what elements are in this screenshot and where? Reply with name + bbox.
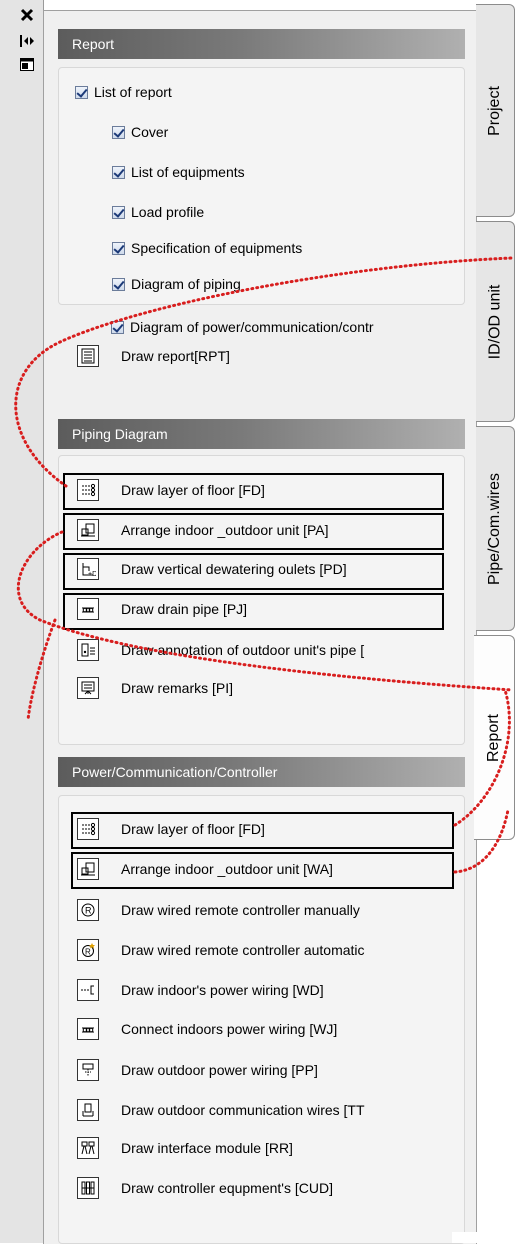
report-palette-panel: Report List of report Cover List of equi…	[43, 10, 477, 1244]
controller-equipment-icon	[77, 1177, 99, 1199]
power-arrange-unit-button[interactable]: Arrange indoor _outdoor unit [WA]	[77, 856, 333, 882]
power-item-label: Draw controller equpment's [CUD]	[121, 1180, 333, 1196]
close-icon[interactable]	[16, 6, 38, 24]
piping-annotation-button[interactable]: Draw annotation of outdoor unit's pipe [	[77, 637, 364, 663]
power-communication-wires-button[interactable]: Draw outdoor communication wires [TT	[77, 1097, 365, 1123]
checkbox-box[interactable]	[112, 277, 125, 291]
piping-item-label: Draw annotation of outdoor unit's pipe [	[121, 642, 365, 658]
power-outdoor-wiring-button[interactable]: Draw outdoor power wiring [PP]	[77, 1057, 318, 1083]
specification-checkbox[interactable]: Specification of equipments	[112, 238, 302, 258]
diagram-of-power-checkbox[interactable]: Diagram of power/communication/contr	[111, 317, 374, 337]
floor-layer-icon	[77, 818, 99, 840]
power-item-label: Draw interface module [RR]	[121, 1140, 293, 1156]
palette-toolbar-strip	[0, 0, 44, 1243]
checkbox-label: Load profile	[131, 204, 205, 220]
report-section-header[interactable]: Report	[58, 29, 465, 59]
list-of-report-checkbox[interactable]: List of report	[75, 82, 172, 102]
piping-drain-pipe-button[interactable]: Draw drain pipe [PJ]	[77, 596, 247, 622]
report-options-group: List of report Cover List of equipments …	[58, 67, 465, 305]
piping-item-label: Draw remarks [PI]	[121, 680, 234, 696]
checkbox-label: Specification of equipments	[131, 240, 303, 256]
checkbox-box[interactable]	[112, 125, 125, 139]
piping-item-label: Draw drain pipe [PJ]	[121, 601, 248, 617]
power-section-header[interactable]: Power/Communication/Controller	[58, 757, 465, 787]
tab-project[interactable]: Project	[476, 4, 515, 217]
piping-arrange-unit-button[interactable]: Arrange indoor _outdoor unit [PA]	[77, 517, 329, 543]
power-item-label: Draw wired remote controller manually	[121, 902, 360, 918]
dock-toggle-icon[interactable]	[16, 32, 38, 50]
power-item-label: Draw indoor's power wiring [WD]	[121, 982, 324, 998]
power-remote-manual-button[interactable]: R Draw wired remote controller manually	[77, 897, 360, 923]
power-indoor-wiring-button[interactable]: Draw indoor's power wiring [WD]	[77, 977, 324, 1003]
checkbox-label: Diagram of power/communication/contr	[130, 319, 374, 335]
power-item-label: Draw layer of floor [FD]	[121, 821, 265, 837]
cover-checkbox[interactable]: Cover	[112, 122, 168, 142]
tab-id-od-unit[interactable]: ID/OD unit	[476, 221, 515, 422]
power-remote-auto-button[interactable]: R Draw wired remote controller automatic	[77, 937, 365, 963]
report-icon	[77, 345, 99, 367]
tab-label: ID/OD unit	[486, 284, 503, 359]
checkbox-label: Cover	[131, 124, 169, 140]
piping-dewatering-outlets-button[interactable]: +D Draw vertical dewatering oulets [PD]	[77, 556, 347, 582]
power-item-label: Arrange indoor _outdoor unit [WA]	[121, 861, 333, 877]
checkbox-label: List of equipments	[131, 164, 245, 180]
draw-report-label: Draw report[RPT]	[121, 348, 230, 364]
checkbox-box[interactable]	[112, 205, 125, 219]
piping-item-label: Draw vertical dewatering oulets [PD]	[121, 561, 347, 577]
power-connect-wiring-button[interactable]: Connect indoors power wiring [WJ]	[77, 1016, 337, 1042]
list-of-equipments-checkbox[interactable]: List of equipments	[112, 162, 245, 182]
piping-item-label: Draw layer of floor [FD]	[121, 482, 265, 498]
tab-label: Report	[485, 713, 502, 762]
arrange-unit-icon	[77, 519, 99, 541]
power-item-label: Draw outdoor communication wires [TT	[121, 1102, 365, 1118]
piping-remarks-button[interactable]: Draw remarks [PI]	[77, 675, 233, 701]
drain-pipe-icon	[77, 598, 99, 620]
tab-label: Pipe/Com.wires	[486, 472, 503, 585]
remote-controller-auto-icon: R	[77, 939, 99, 961]
svg-text:+D: +D	[88, 571, 96, 577]
svg-text:R: R	[85, 906, 92, 916]
piping-draw-layer-of-floor-button[interactable]: Draw layer of floor [FD]	[77, 477, 265, 503]
checkbox-label: Diagram of piping	[131, 276, 241, 292]
power-item-label: Draw wired remote controller automatic	[121, 942, 365, 958]
draw-report-button[interactable]: Draw report[RPT]	[77, 343, 230, 369]
power-item-label: Connect indoors power wiring [WJ]	[121, 1021, 338, 1037]
tab-report[interactable]: Report	[474, 635, 515, 840]
dewatering-icon: +D	[77, 558, 99, 580]
power-controller-equipment-button[interactable]: Draw controller equpment's [CUD]	[77, 1175, 333, 1201]
diagram-of-piping-checkbox[interactable]: Diagram of piping	[112, 274, 241, 294]
remote-controller-icon: R	[77, 899, 99, 921]
properties-icon[interactable]	[16, 55, 38, 73]
panel-bottom-edge	[452, 1232, 482, 1243]
tab-pipe-com-wires[interactable]: Pipe/Com.wires	[476, 426, 515, 631]
arrange-unit-icon	[77, 858, 99, 880]
interface-module-icon	[77, 1137, 99, 1159]
power-interface-module-button[interactable]: Draw interface module [RR]	[77, 1135, 293, 1161]
checkbox-box[interactable]	[112, 165, 125, 179]
piping-item-label: Arrange indoor _outdoor unit [PA]	[121, 522, 329, 538]
communication-wires-icon	[77, 1099, 99, 1121]
remarks-icon	[77, 677, 99, 699]
svg-text:R: R	[85, 948, 91, 957]
outdoor-power-icon	[77, 1059, 99, 1081]
piping-section-header[interactable]: Piping Diagram	[58, 419, 465, 449]
floor-layer-icon	[77, 479, 99, 501]
checkbox-box[interactable]	[112, 241, 125, 255]
indoor-power-wiring-icon	[77, 979, 99, 1001]
checkbox-label: List of report	[94, 84, 172, 100]
power-item-label: Draw outdoor power wiring [PP]	[121, 1062, 318, 1078]
tab-label: Project	[486, 85, 504, 136]
power-draw-layer-of-floor-button[interactable]: Draw layer of floor [FD]	[77, 816, 265, 842]
load-profile-checkbox[interactable]: Load profile	[112, 202, 204, 222]
annotation-icon	[77, 639, 99, 661]
connect-wiring-icon	[77, 1018, 99, 1040]
checkbox-box[interactable]	[111, 320, 124, 334]
checkbox-box[interactable]	[75, 85, 88, 99]
